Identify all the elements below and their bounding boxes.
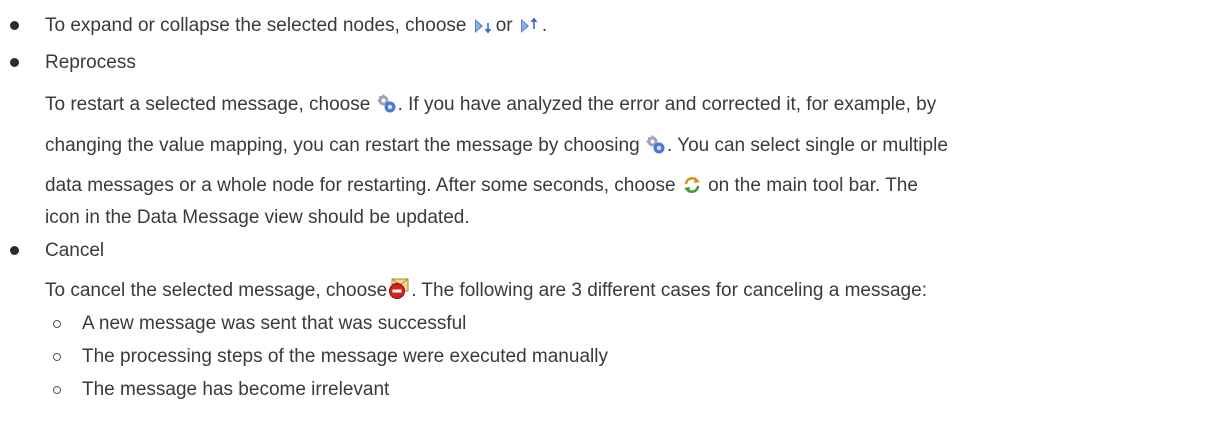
list-item: To expand or collapse the selected nodes… xyxy=(45,13,547,39)
sub-bullet xyxy=(53,386,61,394)
cancel-message-icon xyxy=(388,278,410,308)
section-title-reprocess: Reprocess xyxy=(45,52,136,73)
text-segment: . You can select single or multiple xyxy=(666,135,948,156)
bullet xyxy=(10,58,19,67)
text-segment: . The following are 3 different cases fo… xyxy=(411,280,927,301)
text-segment: To cancel the selected message, choose xyxy=(45,280,388,301)
period-text: . xyxy=(541,15,548,36)
expand-instruction-text: To expand or collapse the selected nodes… xyxy=(45,15,467,36)
gears-icon xyxy=(646,135,666,163)
paragraph-line: changing the value mapping, you can rest… xyxy=(45,133,948,159)
gears-icon xyxy=(377,94,397,122)
paragraph-line: icon in the Data Message view should be … xyxy=(45,207,470,228)
sub-bullet xyxy=(53,320,61,328)
list-item: The processing steps of the message were… xyxy=(82,346,608,367)
paragraph-line: To cancel the selected message, choose . … xyxy=(45,278,927,304)
text-segment: changing the value mapping, you can rest… xyxy=(45,135,640,156)
text-segment: . If you have analyzed the error and cor… xyxy=(397,94,937,115)
paragraph-line: To restart a selected message, choose . … xyxy=(45,92,936,118)
bullet xyxy=(10,246,19,255)
list-item: A new message was sent that was successf… xyxy=(82,313,467,334)
bullet xyxy=(10,21,19,30)
text-segment: To restart a selected message, choose xyxy=(45,94,371,115)
list-item: The message has become irrelevant xyxy=(82,379,390,400)
or-text: or xyxy=(495,15,513,36)
text-segment: data messages or a whole node for restar… xyxy=(45,175,676,196)
text-segment: on the main tool bar. The xyxy=(702,175,918,196)
collapse-nodes-icon xyxy=(519,17,541,43)
expand-nodes-icon xyxy=(473,17,495,43)
sub-bullet xyxy=(53,353,61,361)
paragraph-line: data messages or a whole node for restar… xyxy=(45,173,918,199)
refresh-icon xyxy=(682,175,702,203)
section-title-cancel: Cancel xyxy=(45,240,105,261)
